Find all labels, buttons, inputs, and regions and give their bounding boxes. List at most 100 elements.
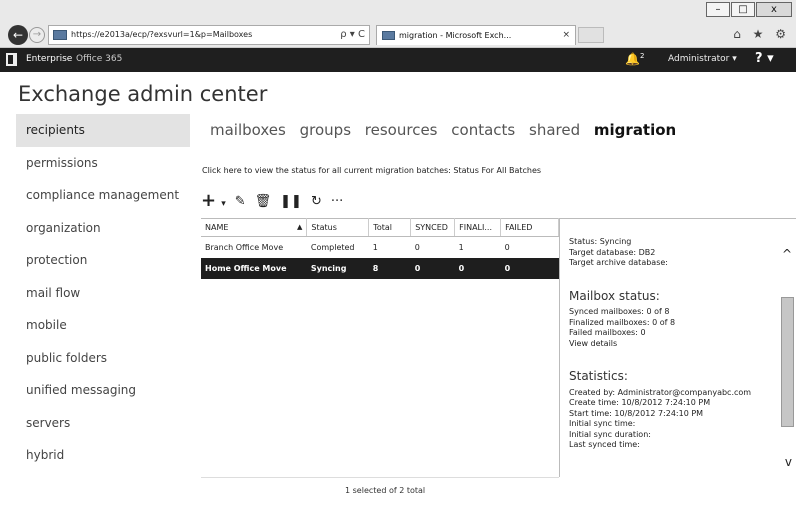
scrollbar-thumb[interactable] xyxy=(781,297,794,427)
cell-finalized: 0 xyxy=(454,257,501,279)
home-favorites-settings-icons[interactable]: ⌂ ★ ⚙ xyxy=(733,27,790,41)
sidebar-item-unified-messaging[interactable]: unified messaging xyxy=(16,374,190,407)
detail-synced-mailboxes: Synced mailboxes: 0 of 8 xyxy=(569,307,670,316)
view-details-link[interactable]: View details xyxy=(569,339,774,350)
tab-title: migration - Microsoft Exch... xyxy=(399,31,512,40)
column-header-synced[interactable]: SYNCED xyxy=(410,218,456,237)
more-icon[interactable]: ··· xyxy=(331,194,343,210)
refresh-icon[interactable]: ↻ xyxy=(311,194,322,210)
detail-target-database: Target database: DB2 xyxy=(569,247,656,257)
sidebar-item-servers[interactable]: servers xyxy=(16,407,190,440)
office365-link[interactable]: Office 365 xyxy=(76,54,122,64)
bell-icon[interactable]: 🔔2 xyxy=(625,52,644,66)
column-header-status[interactable]: Status xyxy=(306,218,370,237)
tab-close-icon[interactable]: × xyxy=(562,26,570,45)
cell-synced: 0 xyxy=(414,242,420,252)
detail-initial-sync-time: Initial sync time: xyxy=(569,419,636,428)
cell-total: 1 xyxy=(372,242,378,252)
table-row-selected[interactable]: Home Office Move Syncing 8 0 0 0 xyxy=(201,257,559,279)
cell-total: 8 xyxy=(368,257,411,279)
forward-button[interactable]: → xyxy=(29,27,45,43)
recipient-tabs: mailboxes groups resources contacts shar… xyxy=(210,121,685,139)
scroll-up-icon[interactable]: ^ xyxy=(782,247,792,261)
column-header-failed[interactable]: FAILED xyxy=(500,218,559,237)
sort-ascending-icon: ▲ xyxy=(296,223,303,231)
details-pane: Status: Syncing Target database: DB2 Tar… xyxy=(559,218,796,477)
toolbar: + ▾ ✎ 🗑 ❚❚ ↻ ··· xyxy=(201,191,343,212)
window-controls: – □ x xyxy=(706,2,792,17)
cell-failed: 0 xyxy=(500,257,559,279)
selection-count: 1 selected of 2 total xyxy=(345,486,426,495)
pause-icon[interactable]: ❚❚ xyxy=(280,194,302,210)
browser-tab[interactable]: migration - Microsoft Exch... × xyxy=(376,25,576,45)
sidebar-item-organization[interactable]: organization xyxy=(16,212,190,245)
detail-last-synced: Last synced time: xyxy=(569,440,640,449)
sidebar-item-permissions[interactable]: permissions xyxy=(16,147,190,180)
table-row[interactable]: Branch Office Move Completed 1 0 1 0 xyxy=(201,237,559,258)
search-refresh-icon[interactable]: ρ ▾ C xyxy=(338,26,365,44)
tab-favicon-icon xyxy=(382,31,395,40)
status-all-batches-link[interactable]: Click here to view the status for all cu… xyxy=(202,166,541,175)
detail-initial-sync-duration: Initial sync duration: xyxy=(569,429,651,439)
help-menu[interactable]: ? ▾ xyxy=(755,51,774,66)
detail-target-archive: Target archive database: xyxy=(569,258,668,267)
sidebar: recipients permissions compliance manage… xyxy=(16,114,190,472)
tab-shared[interactable]: shared xyxy=(529,121,580,139)
cell-synced: 0 xyxy=(410,257,455,279)
sidebar-item-protection[interactable]: protection xyxy=(16,244,190,277)
detail-start-time: Start time: 10/8/2012 7:24:10 PM xyxy=(569,408,704,418)
browser-chrome: – □ x ← → https://e2013a/ecp/?exsvurl=1&… xyxy=(0,0,796,48)
tab-migration[interactable]: migration xyxy=(594,121,676,139)
table-header-row: NAME ▲ Status Total SYNCED FINALI... FAIL… xyxy=(201,218,559,237)
trash-icon[interactable]: 🗑 xyxy=(255,194,272,210)
sidebar-item-public-folders[interactable]: public folders xyxy=(16,342,190,375)
cell-name: Branch Office Move xyxy=(205,242,284,252)
close-window-button[interactable]: x xyxy=(756,2,792,17)
forward-arrow-icon: → xyxy=(32,29,42,40)
new-tab-button[interactable] xyxy=(578,27,604,43)
sidebar-item-mobile[interactable]: mobile xyxy=(16,309,190,342)
detail-failed-mailboxes: Failed mailboxes: 0 xyxy=(569,328,646,337)
address-url: https://e2013a/ecp/?exsvurl=1&p=Mailboxe… xyxy=(71,30,253,39)
tab-groups[interactable]: groups xyxy=(300,121,351,139)
plus-icon: + xyxy=(201,190,217,211)
cell-finalized: 1 xyxy=(458,242,464,252)
page-title: Exchange admin center xyxy=(18,82,268,106)
grid-divider xyxy=(201,477,559,478)
column-header-name[interactable]: NAME ▲ xyxy=(201,218,308,237)
mailbox-status-heading: Mailbox status: xyxy=(569,288,660,303)
chevron-down-icon: ▾ xyxy=(221,199,226,209)
address-bar[interactable]: https://e2013a/ecp/?exsvurl=1&p=Mailboxe… xyxy=(48,25,370,45)
statistics-heading: Statistics: xyxy=(569,369,628,383)
back-arrow-icon: ← xyxy=(12,28,24,42)
detail-finalized-mailboxes: Finalized mailboxes: 0 of 8 xyxy=(569,317,676,327)
tab-mailboxes[interactable]: mailboxes xyxy=(210,121,286,139)
sidebar-item-recipients[interactable]: recipients xyxy=(16,114,190,147)
scroll-down-icon[interactable]: v xyxy=(785,455,792,469)
maximize-button[interactable]: □ xyxy=(731,2,755,17)
cell-name: Home Office Move xyxy=(201,257,307,279)
detail-created-by: Created by: Administrator@companyabc.com xyxy=(569,387,752,397)
column-header-total[interactable]: Total xyxy=(368,218,412,237)
add-button[interactable]: + ▾ xyxy=(201,191,226,212)
detail-create-time: Create time: 10/8/2012 7:24:10 PM xyxy=(569,398,711,407)
pencil-icon[interactable]: ✎ xyxy=(235,194,246,210)
sidebar-item-mail-flow[interactable]: mail flow xyxy=(16,277,190,310)
sidebar-item-hybrid[interactable]: hybrid xyxy=(16,439,190,472)
sidebar-item-compliance-management[interactable]: compliance management xyxy=(16,179,190,212)
cell-status: Completed xyxy=(310,242,355,252)
cell-failed: 0 xyxy=(504,242,510,252)
office-logo-icon xyxy=(6,53,17,66)
notification-count: 2 xyxy=(639,52,645,60)
page-favicon-icon xyxy=(53,30,67,40)
tab-contacts[interactable]: contacts xyxy=(451,121,515,139)
user-menu[interactable]: Administrator ▾ xyxy=(668,54,737,64)
tab-resources[interactable]: resources xyxy=(365,121,438,139)
details-content: Status: Syncing Target database: DB2 Tar… xyxy=(569,237,774,451)
column-header-finalized[interactable]: FINALI... xyxy=(454,218,502,237)
back-button[interactable]: ← xyxy=(8,25,28,45)
enterprise-link[interactable]: Enterprise xyxy=(26,54,72,64)
minimize-button[interactable]: – xyxy=(706,2,730,17)
detail-status: Status: Syncing xyxy=(569,237,632,246)
migration-batches-table: NAME ▲ Status Total SYNCED FINALI... FAIL… xyxy=(201,218,559,279)
